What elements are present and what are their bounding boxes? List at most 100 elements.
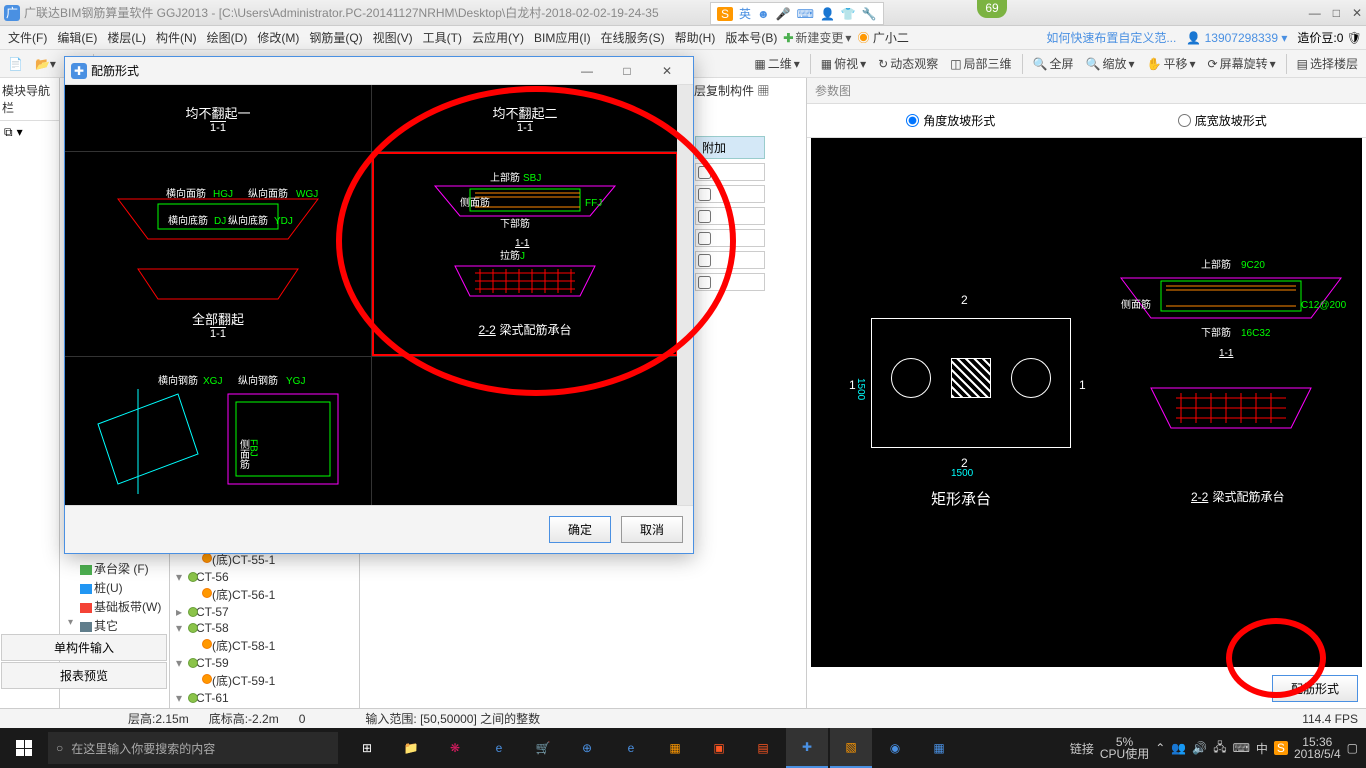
tb-app[interactable]: 📁 (390, 728, 432, 768)
new-change-button[interactable]: ✚新建变更▾ (783, 29, 851, 46)
tb-app[interactable]: ▣ (698, 728, 740, 768)
form-option-selected[interactable]: 上部筋SBJ 侧面筋FFJ 下部筋 1-1 拉筋J 2-2 梁式配筋承台 (372, 152, 678, 356)
tb-app[interactable]: ◉ (874, 728, 916, 768)
ime-icon[interactable]: ⌨ (797, 7, 814, 21)
copy-components-button[interactable]: 层复制构件 ▦ (694, 82, 769, 99)
form-option[interactable]: 横向钢筋XGJ 纵向钢筋YGJ 侧面筋 FBJ (65, 357, 371, 505)
user-label[interactable]: ◉ 广小二 (853, 27, 912, 48)
tb-local3d[interactable]: ◫ 局部三维 (946, 53, 1015, 74)
tray-sogou-icon[interactable]: S (1274, 741, 1288, 755)
tb-topview[interactable]: ▦ 俯视 ▾ (817, 53, 870, 74)
tray-ime[interactable]: 中 (1256, 740, 1268, 757)
menu-rebar[interactable]: 钢筋量(Q) (305, 27, 366, 48)
ime-lang[interactable]: 英 (739, 5, 751, 22)
menu-modify[interactable]: 修改(M) (253, 27, 303, 48)
tree-item[interactable]: 桩(U) (62, 578, 167, 597)
attach-checkbox[interactable] (695, 273, 765, 291)
list-item[interactable]: ▾CT-56 (172, 569, 357, 585)
tree-item[interactable]: 承台梁 (F) (62, 559, 167, 578)
ok-button[interactable]: 确定 (549, 516, 611, 543)
menu-bim[interactable]: BIM应用(I) (530, 27, 595, 48)
tray-notifications-icon[interactable]: ▢ (1347, 741, 1358, 755)
tb-app[interactable]: ▤ (742, 728, 784, 768)
attach-checkbox[interactable] (695, 163, 765, 181)
menu-floor[interactable]: 楼层(L) (103, 27, 150, 48)
menu-view[interactable]: 视图(V) (369, 27, 417, 48)
tb-zoom[interactable]: 🔍 缩放 ▾ (1082, 53, 1139, 74)
tray-up-icon[interactable]: ⌃ (1155, 741, 1165, 755)
menu-help[interactable]: 帮助(H) (671, 27, 720, 48)
single-input-button[interactable]: 单构件输入 (1, 634, 167, 661)
tb-new[interactable]: 📄 (4, 55, 27, 73)
task-view-icon[interactable]: ⊞ (346, 728, 388, 768)
form-option[interactable]: 均不翻起一 1-1 (65, 85, 371, 151)
tray-cpu[interactable]: 5%CPU使用 (1100, 736, 1149, 760)
tb-pan[interactable]: ✋ 平移 ▾ (1143, 53, 1200, 74)
tb-app[interactable]: ❋ (434, 728, 476, 768)
tb-app[interactable]: e (610, 728, 652, 768)
dialog-close-icon[interactable]: ✕ (647, 64, 687, 78)
dialog-maximize-icon[interactable]: □ (607, 64, 647, 78)
account-link[interactable]: 👤 13907298339 ▾ (1186, 31, 1287, 45)
tb-app[interactable]: ⊕ (566, 728, 608, 768)
tray-keyboard-icon[interactable]: ⌨ (1233, 741, 1250, 755)
start-button[interactable] (0, 728, 48, 768)
notification-badge[interactable]: 69 (977, 0, 1007, 18)
tray-people-icon[interactable]: 👥 (1171, 741, 1186, 755)
menu-component[interactable]: 构件(N) (152, 27, 201, 48)
tb-app[interactable]: e (478, 728, 520, 768)
list-item[interactable]: (底)CT-58-1 (172, 636, 357, 655)
list-item[interactable]: ▾CT-58 (172, 620, 357, 636)
nav-add-icon[interactable]: ⧉ (4, 125, 13, 140)
tb-app[interactable]: 🛒 (522, 728, 564, 768)
tb-app[interactable]: ▦ (654, 728, 696, 768)
list-item[interactable]: ▾CT-59 (172, 655, 357, 671)
menu-draw[interactable]: 绘图(D) (203, 27, 252, 48)
attach-checkbox[interactable] (695, 207, 765, 225)
form-option[interactable]: 横向面筋HGJ 纵向面筋WGJ 横向底筋DJ 纵向底筋YDJ 全部翻起 1-1 (65, 152, 371, 356)
rebar-form-button[interactable]: 配筋形式 (1272, 675, 1358, 702)
tray-link[interactable]: 链接 (1070, 740, 1094, 757)
tb-app-active[interactable]: ▧ (830, 728, 872, 768)
attach-checkbox[interactable] (695, 229, 765, 247)
menu-tools[interactable]: 工具(T) (419, 27, 466, 48)
report-preview-button[interactable]: 报表预览 (1, 662, 167, 689)
ime-toolbar[interactable]: S 英 ☻ 🎤 ⌨ 👤 👕 🔧 (710, 2, 884, 25)
tray-clock[interactable]: 15:362018/5/4 (1294, 736, 1341, 760)
tb-2d[interactable]: ▦ 二维 ▾ (750, 53, 803, 74)
ime-icon[interactable]: 🔧 (862, 7, 877, 21)
tray-network-icon[interactable]: 🖧 (1213, 738, 1226, 759)
close-icon[interactable]: ✕ (1352, 6, 1362, 20)
tb-orbit[interactable]: ↻ 动态观察 (874, 53, 942, 74)
tb-app[interactable]: ▦ (918, 728, 960, 768)
tb-open[interactable]: 📂▾ (31, 55, 60, 73)
menu-version[interactable]: 版本号(B) (721, 27, 781, 48)
tb-fullscreen[interactable]: 🔍 全屏 (1029, 53, 1078, 74)
list-item[interactable]: (底)CT-56-1 (172, 585, 357, 604)
ime-icon[interactable]: 👤 (820, 7, 835, 21)
radio-width[interactable]: 底宽放坡形式 (1178, 112, 1267, 129)
tip-link[interactable]: 如何快速布置自定义范... (1046, 29, 1176, 46)
cancel-button[interactable]: 取消 (621, 516, 683, 543)
radio-angle[interactable]: 角度放坡形式 (906, 112, 995, 129)
tray-volume-icon[interactable]: 🔊 (1192, 741, 1207, 755)
tree-item[interactable]: 基础板带(W) (62, 597, 167, 616)
form-option[interactable] (372, 357, 678, 505)
list-item[interactable]: ▾CT-61 (172, 690, 357, 706)
attach-checkbox[interactable] (695, 251, 765, 269)
list-item[interactable]: ▸CT-57 (172, 604, 357, 620)
param-canvas[interactable]: 2 2 1 1 1500 1500 矩形承台 上部筋 9C20 侧面筋 C12@… (811, 138, 1362, 667)
minimize-icon[interactable]: — (1309, 6, 1321, 20)
form-option[interactable]: 均不翻起二 1-1 (372, 85, 678, 151)
ime-icon[interactable]: 🎤 (776, 7, 791, 21)
ime-icon[interactable]: 👕 (841, 7, 856, 21)
taskbar-search[interactable]: ○ 在这里输入你要搜索的内容 (48, 732, 338, 764)
dialog-scrollbar[interactable] (677, 85, 693, 505)
tb-rotate[interactable]: ⟳ 屏幕旋转 ▾ (1204, 53, 1280, 74)
tb-app-active[interactable]: ✚ (786, 728, 828, 768)
dialog-minimize-icon[interactable]: — (567, 64, 607, 78)
maximize-icon[interactable]: □ (1333, 6, 1340, 20)
tb-floor[interactable]: ▤ 选择楼层 (1293, 53, 1362, 74)
menu-file[interactable]: 文件(F) (4, 27, 51, 48)
menu-cloud[interactable]: 云应用(Y) (468, 27, 528, 48)
